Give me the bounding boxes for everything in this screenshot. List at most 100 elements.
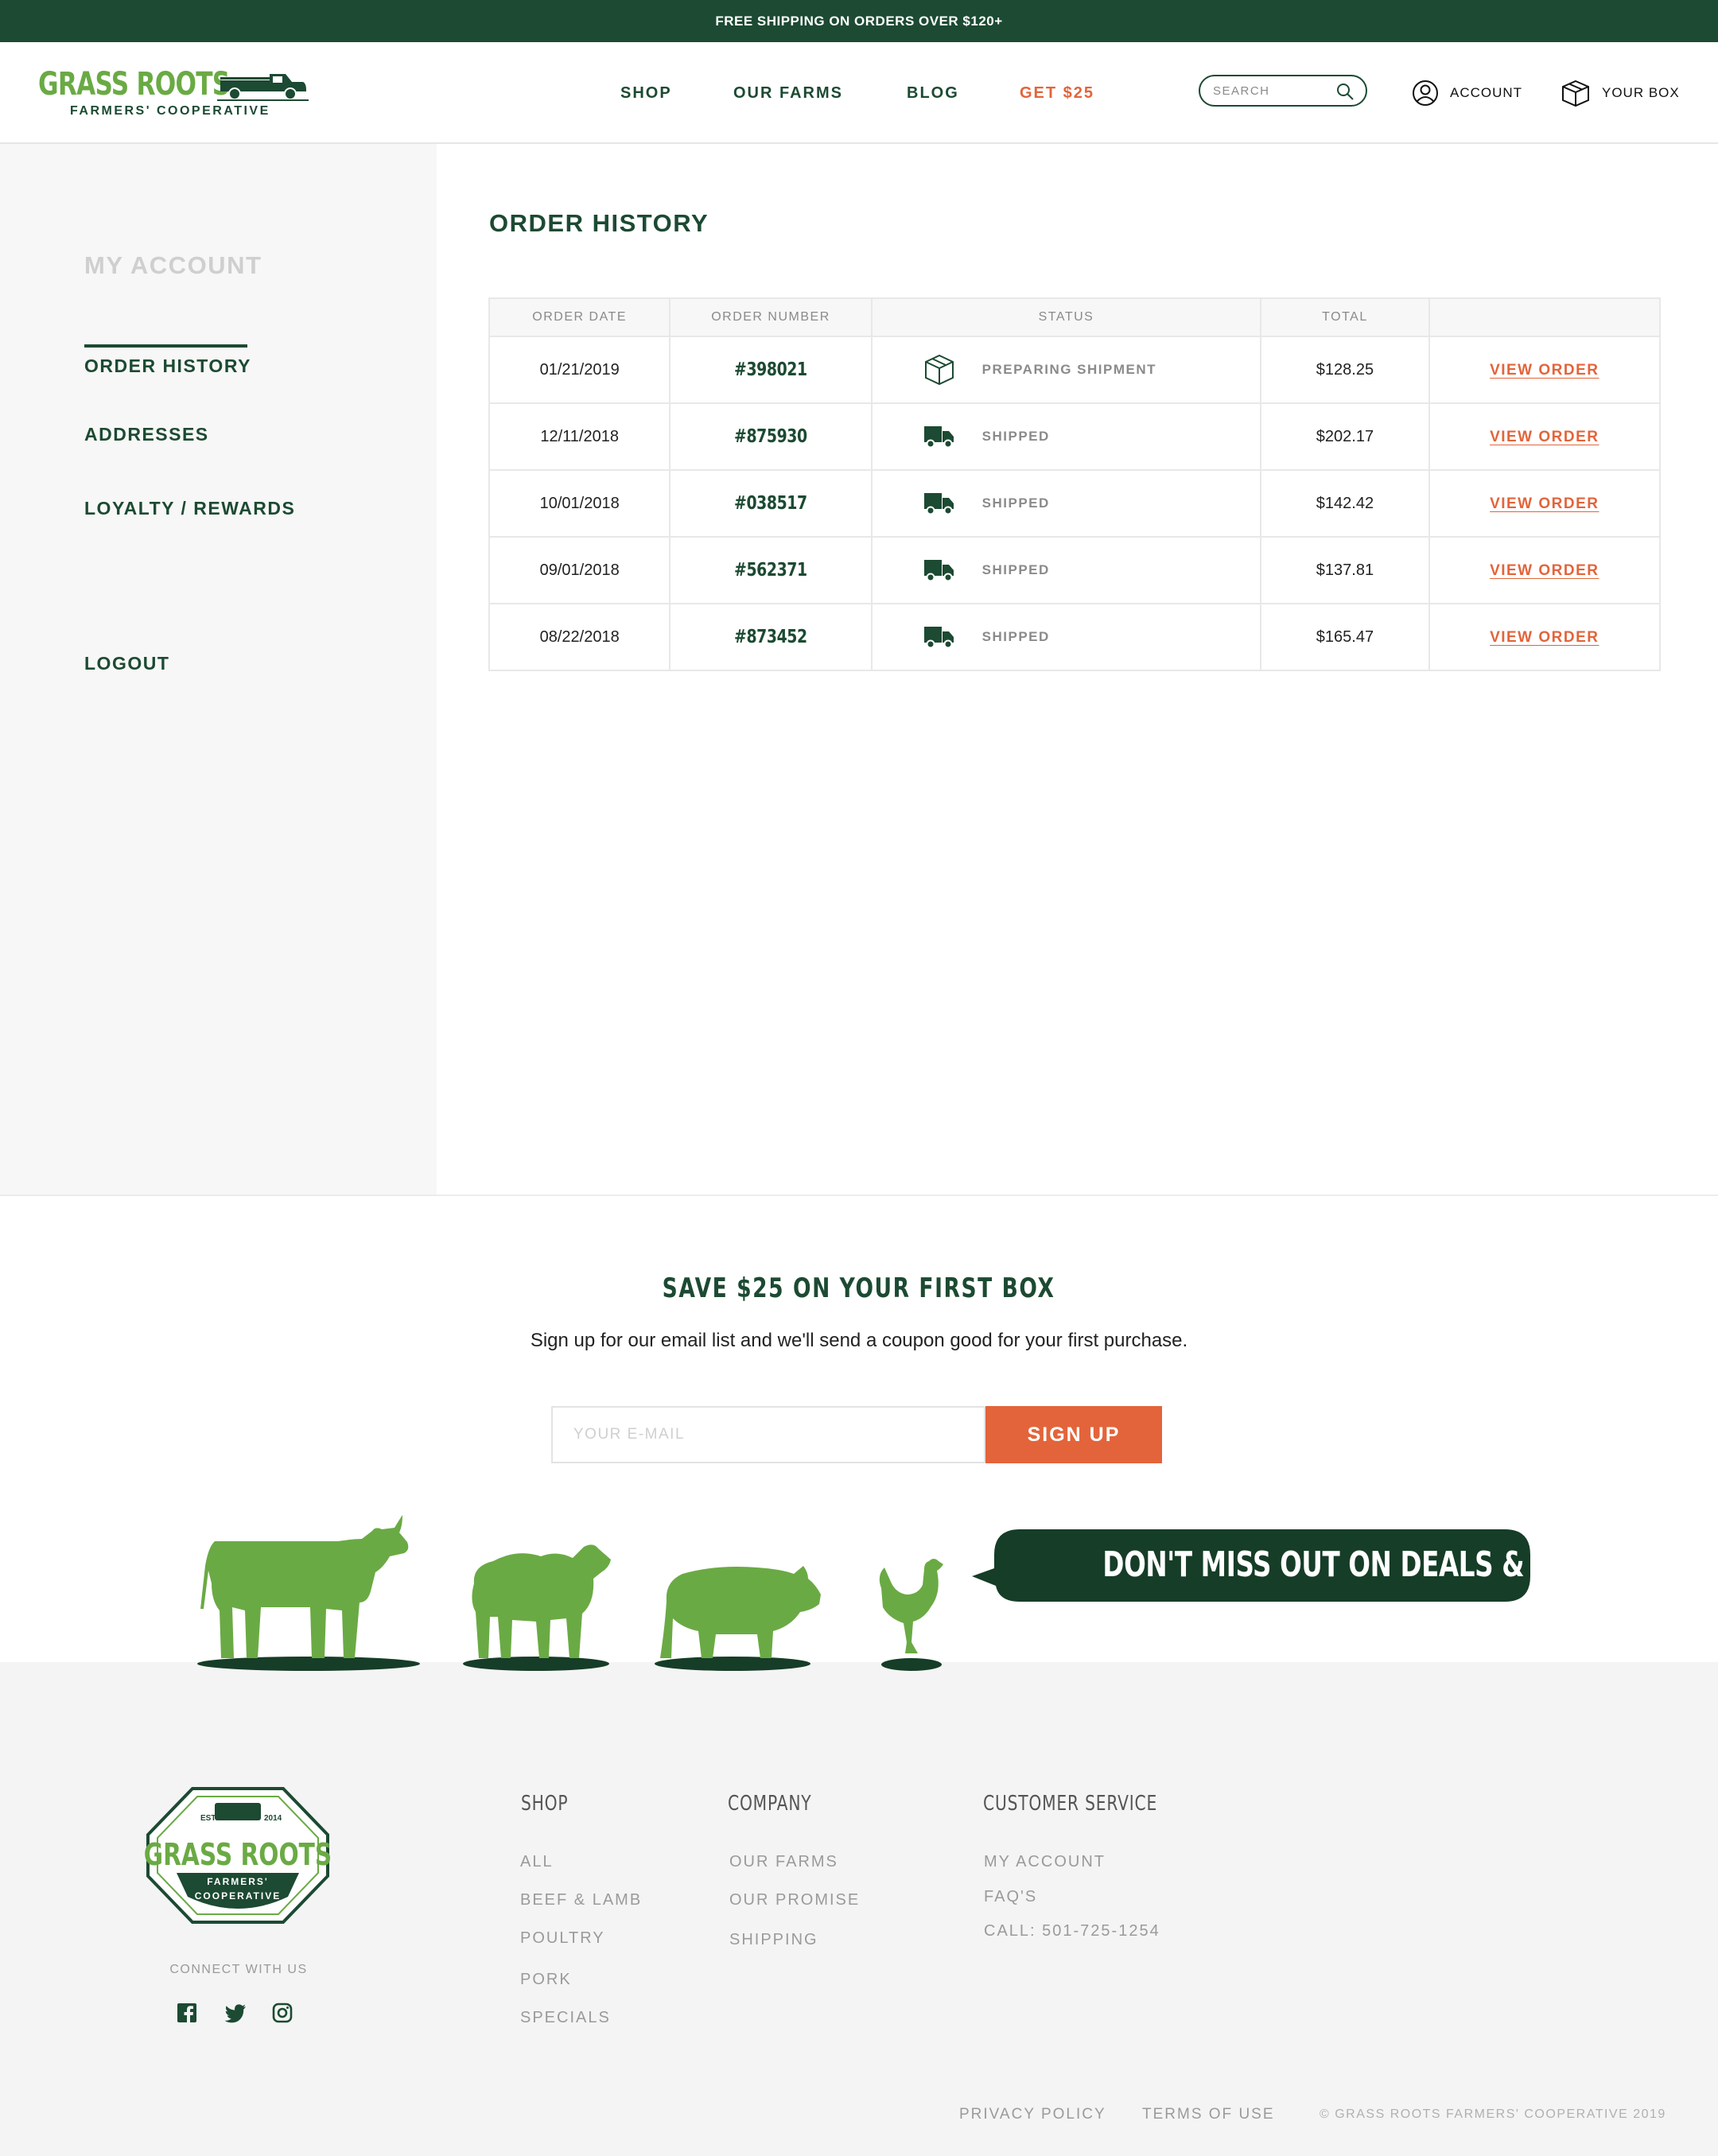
facebook-icon[interactable] bbox=[177, 2003, 197, 2023]
footer-link-my-account[interactable]: MY ACCOUNT bbox=[984, 1853, 1106, 1871]
nav-get-25[interactable]: GET $25 bbox=[1020, 42, 1094, 144]
footer-link-specials[interactable]: SPECIALS bbox=[520, 2009, 611, 2027]
sidebar-item-order-history[interactable]: ORDER HISTORY bbox=[84, 355, 251, 377]
chicken-icon bbox=[879, 1559, 943, 1653]
view-order-link[interactable]: VIEW ORDER bbox=[1490, 429, 1599, 445]
copyright: © GRASS ROOTS FARMERS' COOPERATIVE 2019 bbox=[1320, 2107, 1666, 2121]
nav-our-farms[interactable]: OUR FARMS bbox=[733, 42, 843, 144]
sidebar-item-logout[interactable]: LOGOUT bbox=[84, 653, 169, 674]
footer-link-faqs[interactable]: FAQ'S bbox=[984, 1888, 1037, 1906]
nav-blog-link[interactable]: BLOG bbox=[907, 84, 959, 103]
sidebar-title: MY ACCOUNT bbox=[84, 251, 262, 279]
promo-text: FREE SHIPPING ON ORDERS OVER $120+ bbox=[715, 13, 1003, 29]
footer-link-call[interactable]: CALL: 501-725-1254 bbox=[984, 1922, 1160, 1940]
order-number: #875930 bbox=[734, 426, 807, 447]
order-status: SHIPPED bbox=[981, 629, 1050, 644]
table-row: 12/11/2018 #875930 SHIPPED $202.17 VIEW … bbox=[489, 402, 1660, 471]
badge-line2: COOPERATIVE bbox=[195, 1890, 281, 1902]
order-number: #562371 bbox=[734, 560, 807, 581]
nav-get-25-link[interactable]: GET $25 bbox=[1020, 84, 1094, 103]
page-title: ORDER HISTORY bbox=[489, 209, 709, 237]
table-row: 10/01/2018 #038517 SHIPPED $142.42 VIEW … bbox=[489, 469, 1660, 538]
footer-heading-shop-text: SHOP bbox=[521, 1792, 569, 1816]
order-total: $202.17 bbox=[1261, 402, 1430, 471]
truck-icon bbox=[922, 620, 957, 655]
table-row: 01/21/2019 #398021 PREPARING SHIPMENT $1… bbox=[489, 336, 1660, 404]
search-box[interactable] bbox=[1199, 75, 1367, 107]
account-link[interactable]: ACCOUNT bbox=[1412, 42, 1522, 144]
column-header-total: TOTAL bbox=[1260, 297, 1430, 337]
signup-title: SAVE $25 ON YOUR FIRST BOX bbox=[0, 1272, 1718, 1304]
terms-of-use-link[interactable]: TERMS OF USE bbox=[1142, 2106, 1275, 2123]
order-date: 10/01/2018 bbox=[489, 469, 671, 538]
order-total: $137.81 bbox=[1261, 536, 1430, 604]
footer-heading-company: COMPANY bbox=[728, 1792, 835, 1816]
search-input[interactable] bbox=[1213, 84, 1332, 98]
order-number: #398021 bbox=[734, 359, 807, 380]
footer-link-pork[interactable]: PORK bbox=[520, 1971, 572, 1989]
footer-link-poultry[interactable]: POULTRY bbox=[520, 1929, 605, 1948]
signup-title-text: SAVE $25 ON YOUR FIRST BOX bbox=[663, 1272, 1055, 1304]
instagram-icon[interactable] bbox=[272, 2003, 293, 2023]
account-label: ACCOUNT bbox=[1450, 85, 1523, 100]
view-order-link[interactable]: VIEW ORDER bbox=[1490, 495, 1599, 512]
view-order-link[interactable]: VIEW ORDER bbox=[1490, 562, 1599, 579]
truck-icon bbox=[922, 553, 957, 588]
footer-heading-customer-service-text: CUSTOMER SERVICE bbox=[983, 1792, 1158, 1816]
table-header-row: ORDER DATE ORDER NUMBER STATUS TOTAL bbox=[488, 297, 1662, 337]
order-date: 09/01/2018 bbox=[489, 536, 671, 604]
footer-link-our-farms[interactable]: OUR FARMS bbox=[729, 1853, 838, 1871]
order-date: 01/21/2019 bbox=[489, 336, 671, 404]
truck-icon bbox=[922, 419, 957, 454]
order-number: #873452 bbox=[734, 627, 807, 647]
column-header-action bbox=[1428, 297, 1662, 337]
footer-link-all[interactable]: ALL bbox=[520, 1853, 554, 1871]
nav-shop[interactable]: SHOP bbox=[620, 42, 672, 144]
sign-up-button[interactable]: SIGN UP bbox=[985, 1406, 1162, 1463]
sidebar-item-addresses[interactable]: ADDRESSES bbox=[84, 424, 209, 445]
footer-heading-company-text: COMPANY bbox=[728, 1792, 812, 1816]
truck-logo-icon bbox=[217, 74, 309, 101]
twitter-icon[interactable] bbox=[224, 2003, 246, 2023]
order-status: PREPARING SHIPMENT bbox=[981, 362, 1157, 377]
order-number: #038517 bbox=[734, 493, 807, 514]
active-indicator bbox=[84, 344, 247, 348]
box-icon bbox=[1562, 80, 1589, 107]
search-icon[interactable] bbox=[1335, 82, 1355, 101]
promo-bar: FREE SHIPPING ON ORDERS OVER $120+ bbox=[0, 0, 1718, 42]
signup-subtitle: Sign up for our email list and we'll sen… bbox=[530, 1330, 1188, 1351]
pig-icon bbox=[660, 1566, 821, 1658]
order-date: 12/11/2018 bbox=[489, 402, 671, 471]
order-date: 08/22/2018 bbox=[489, 603, 671, 671]
column-header-order-number: ORDER NUMBER bbox=[669, 297, 873, 337]
footer-link-shipping[interactable]: SHIPPING bbox=[729, 1931, 818, 1949]
package-icon bbox=[922, 352, 957, 387]
footer-link-beef-lamb[interactable]: BEEF & LAMB bbox=[520, 1891, 642, 1909]
your-box-label: YOUR BOX bbox=[1602, 85, 1680, 100]
column-header-order-date: ORDER DATE bbox=[488, 297, 671, 337]
nav-blog[interactable]: BLOG bbox=[907, 42, 959, 144]
logo-wordmark: GRASS ROOTS bbox=[38, 66, 230, 103]
your-box-link[interactable]: YOUR BOX bbox=[1561, 42, 1680, 144]
view-order-link[interactable]: VIEW ORDER bbox=[1490, 362, 1599, 379]
order-total: $165.47 bbox=[1261, 603, 1430, 671]
badge-year: 2014 bbox=[264, 1814, 282, 1823]
order-total: $142.42 bbox=[1261, 469, 1430, 538]
order-status: SHIPPED bbox=[981, 562, 1050, 577]
bubble-text-label: DON'T MISS OUT ON DEALS & NEWS! bbox=[1102, 1544, 1631, 1585]
table-row: 08/22/2018 #873452 SHIPPED $165.47 VIEW … bbox=[489, 603, 1660, 671]
site-header: GRASS ROOTS FARMERS' COOPERATIVE SHOP OU… bbox=[0, 42, 1718, 144]
grass-roots-badge-logo: GRASS ROOTS ESTD. 2014 FARMERS' COOPERAT… bbox=[145, 1787, 331, 1924]
nav-our-farms-link[interactable]: OUR FARMS bbox=[733, 84, 843, 103]
nav-shop-link[interactable]: SHOP bbox=[620, 84, 672, 103]
order-history-table: ORDER DATE ORDER NUMBER STATUS TOTAL 01/… bbox=[488, 297, 1662, 671]
sidebar-item-loyalty-rewards[interactable]: LOYALTY / REWARDS bbox=[84, 498, 295, 519]
privacy-policy-link[interactable]: PRIVACY POLICY bbox=[959, 2106, 1106, 2123]
footer-link-our-promise[interactable]: OUR PROMISE bbox=[729, 1891, 860, 1909]
sheep-icon bbox=[472, 1544, 611, 1658]
email-field[interactable] bbox=[551, 1406, 985, 1463]
footer-heading-shop: SHOP bbox=[521, 1792, 581, 1816]
logo[interactable]: GRASS ROOTS FARMERS' COOPERATIVE bbox=[38, 66, 309, 123]
view-order-link[interactable]: VIEW ORDER bbox=[1490, 629, 1599, 646]
social-links bbox=[177, 2003, 293, 2023]
